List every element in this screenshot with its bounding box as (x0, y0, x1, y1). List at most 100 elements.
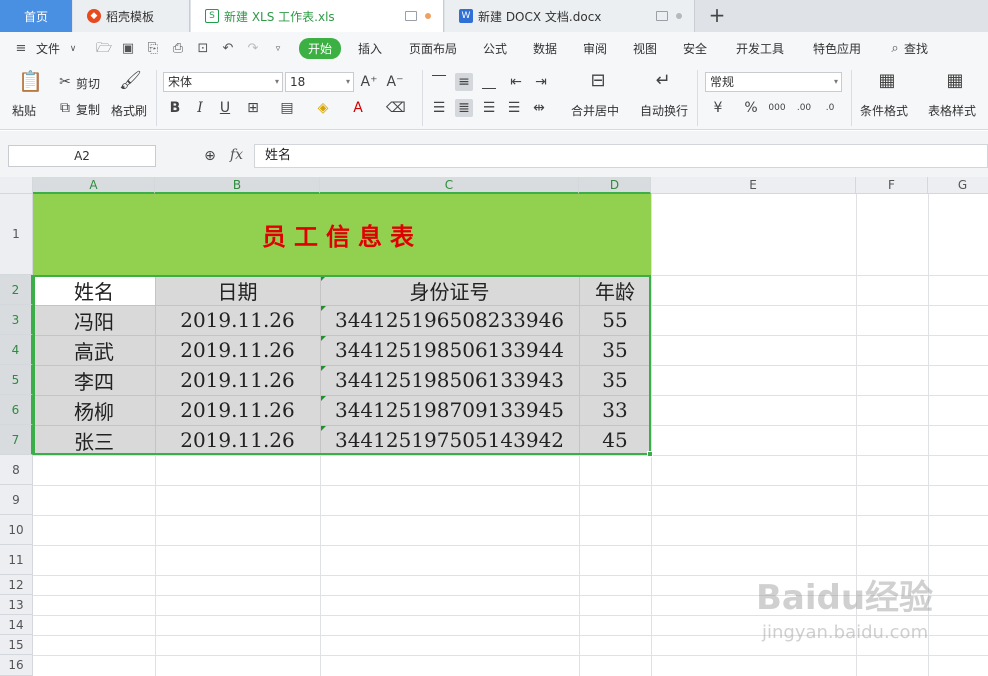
cell-b2[interactable]: 日期 (155, 275, 320, 305)
table-cell[interactable]: 344125197505143942 (320, 425, 579, 455)
menu-home[interactable]: 开始 (299, 38, 342, 59)
table-cell[interactable]: 高武 (33, 335, 155, 365)
cut-button[interactable]: 剪切 (76, 75, 100, 92)
menu-formulas[interactable]: 公式 (483, 40, 507, 57)
increase-font-icon[interactable]: A⁺ (360, 73, 378, 91)
bold-icon[interactable]: B (166, 99, 184, 117)
col-header-f[interactable]: F (856, 177, 928, 194)
menu-insert[interactable]: 插入 (358, 40, 382, 57)
redo-icon[interactable]: ↷ (246, 42, 260, 56)
new-tab-button[interactable]: + (704, 3, 730, 29)
table-cell[interactable]: 2019.11.26 (155, 305, 320, 335)
decrease-font-icon[interactable]: A⁻ (386, 73, 404, 91)
menu-file[interactable]: 文件 (36, 40, 60, 57)
table-cell[interactable]: 2019.11.26 (155, 395, 320, 425)
cell-d2[interactable]: 年龄 (579, 275, 651, 305)
sheet-title-cell[interactable]: 员工信息表 (33, 194, 651, 275)
open-folder-icon[interactable]: 🗁 (96, 42, 112, 56)
align-right-icon[interactable]: ☰ (480, 99, 498, 117)
fill-color-icon[interactable]: ◈ (314, 99, 332, 117)
paste-icon[interactable]: 📋 (18, 71, 43, 94)
more-icon[interactable]: ▿ (271, 42, 285, 56)
increase-indent-icon[interactable]: ⇥ (532, 73, 550, 91)
table-style-icon[interactable]: ▦ (944, 72, 966, 94)
row-header-2[interactable]: 2 (0, 275, 33, 305)
number-as-text-indicator-icon[interactable] (321, 426, 326, 431)
table-cell[interactable]: 2019.11.26 (155, 425, 320, 455)
menu-search[interactable]: 查找 (904, 40, 928, 57)
export-icon[interactable]: ⎘ (146, 42, 160, 56)
table-cell[interactable]: 344125198506133944 (320, 335, 579, 365)
menu-special[interactable]: 特色应用 (813, 40, 861, 57)
row-header-3[interactable]: 3 (0, 305, 33, 335)
row-header-14[interactable]: 14 (0, 615, 33, 635)
save-icon[interactable]: ▣ (121, 42, 135, 56)
decrease-indent-icon[interactable]: ⇤ (507, 73, 525, 91)
spreadsheet-grid[interactable]: A B C D E F G 1 2 3 4 5 6 7 8 9 10 11 12… (0, 177, 988, 676)
row-header-13[interactable]: 13 (0, 595, 33, 615)
row-header-16[interactable]: 16 (0, 655, 33, 676)
row-header-4[interactable]: 4 (0, 335, 33, 365)
col-header-a[interactable]: A (33, 177, 155, 194)
row-header-8[interactable]: 8 (0, 455, 33, 485)
menu-security[interactable]: 安全 (683, 40, 707, 57)
table-cell[interactable]: 杨柳 (33, 395, 155, 425)
table-cell[interactable]: 李四 (33, 365, 155, 395)
table-cell[interactable]: 冯阳 (33, 305, 155, 335)
copy-icon[interactable]: ⧉ (56, 99, 74, 117)
scissors-icon[interactable]: ✂ (56, 73, 74, 91)
number-as-text-indicator-icon[interactable] (321, 336, 326, 341)
align-top-icon[interactable]: ⎺ (430, 73, 448, 91)
undo-icon[interactable]: ↶ (221, 42, 235, 56)
fx-button[interactable]: fx (230, 147, 243, 163)
cell-a2[interactable]: 姓名 (33, 275, 155, 305)
table-cell[interactable]: 35 (579, 335, 651, 365)
conditional-format-icon[interactable]: ▦ (876, 72, 898, 94)
decrease-decimal-icon[interactable]: .0 (821, 99, 839, 117)
hamburger-icon[interactable]: ≡ (14, 42, 28, 56)
font-name-select[interactable]: 宋体 ▾ (163, 72, 283, 92)
menu-page-layout[interactable]: 页面布局 (409, 40, 457, 57)
col-header-d[interactable]: D (579, 177, 651, 194)
border-icon[interactable]: ⊞ (244, 99, 262, 117)
chevron-down-icon[interactable]: ∨ (66, 42, 80, 56)
tab-docer[interactable]: ◆ 稻壳模板 (73, 0, 190, 32)
menu-developer[interactable]: 开发工具 (736, 40, 784, 57)
distributed-icon[interactable]: ⇹ (530, 99, 548, 117)
col-header-g[interactable]: G (928, 177, 988, 194)
select-all-corner[interactable] (0, 177, 33, 194)
merge-center-button[interactable]: 合并居中 (571, 102, 619, 119)
table-cell[interactable]: 45 (579, 425, 651, 455)
format-painter-button[interactable]: 格式刷 (111, 102, 147, 119)
underline-icon[interactable]: U (216, 99, 234, 117)
search-icon[interactable]: ⌕ (888, 42, 902, 56)
currency-icon[interactable]: ¥ (709, 99, 727, 117)
number-as-text-indicator-icon[interactable] (321, 276, 326, 281)
cell-fill-pattern-icon[interactable]: ▤ (278, 99, 296, 117)
wrap-text-button[interactable]: 自动换行 (640, 102, 688, 119)
copy-button[interactable]: 复制 (76, 101, 100, 118)
row-header-10[interactable]: 10 (0, 515, 33, 545)
tab-home[interactable]: 首页 (0, 0, 72, 32)
table-cell[interactable]: 344125196508233946 (320, 305, 579, 335)
table-cell[interactable]: 55 (579, 305, 651, 335)
align-bottom-icon[interactable]: ⎽ (480, 73, 498, 91)
align-center-icon[interactable]: ≣ (455, 99, 473, 117)
col-header-b[interactable]: B (155, 177, 320, 194)
name-box[interactable]: A2 (8, 145, 156, 167)
formula-input[interactable]: 姓名 (254, 144, 988, 168)
row-header-6[interactable]: 6 (0, 395, 33, 425)
table-cell[interactable]: 35 (579, 365, 651, 395)
font-color-icon[interactable]: A (349, 99, 367, 117)
menu-review[interactable]: 审阅 (583, 40, 607, 57)
justify-icon[interactable]: ☰ (505, 99, 523, 117)
tab-docx[interactable]: W 新建 DOCX 文档.docx (445, 0, 695, 32)
col-header-e[interactable]: E (651, 177, 856, 194)
print-preview-icon[interactable]: ⊡ (196, 42, 210, 56)
table-cell[interactable]: 33 (579, 395, 651, 425)
monitor-icon[interactable] (656, 11, 668, 21)
align-left-icon[interactable]: ☰ (430, 99, 448, 117)
menu-view[interactable]: 视图 (633, 40, 657, 57)
italic-icon[interactable]: I (191, 99, 209, 117)
table-cell[interactable]: 张三 (33, 425, 155, 455)
